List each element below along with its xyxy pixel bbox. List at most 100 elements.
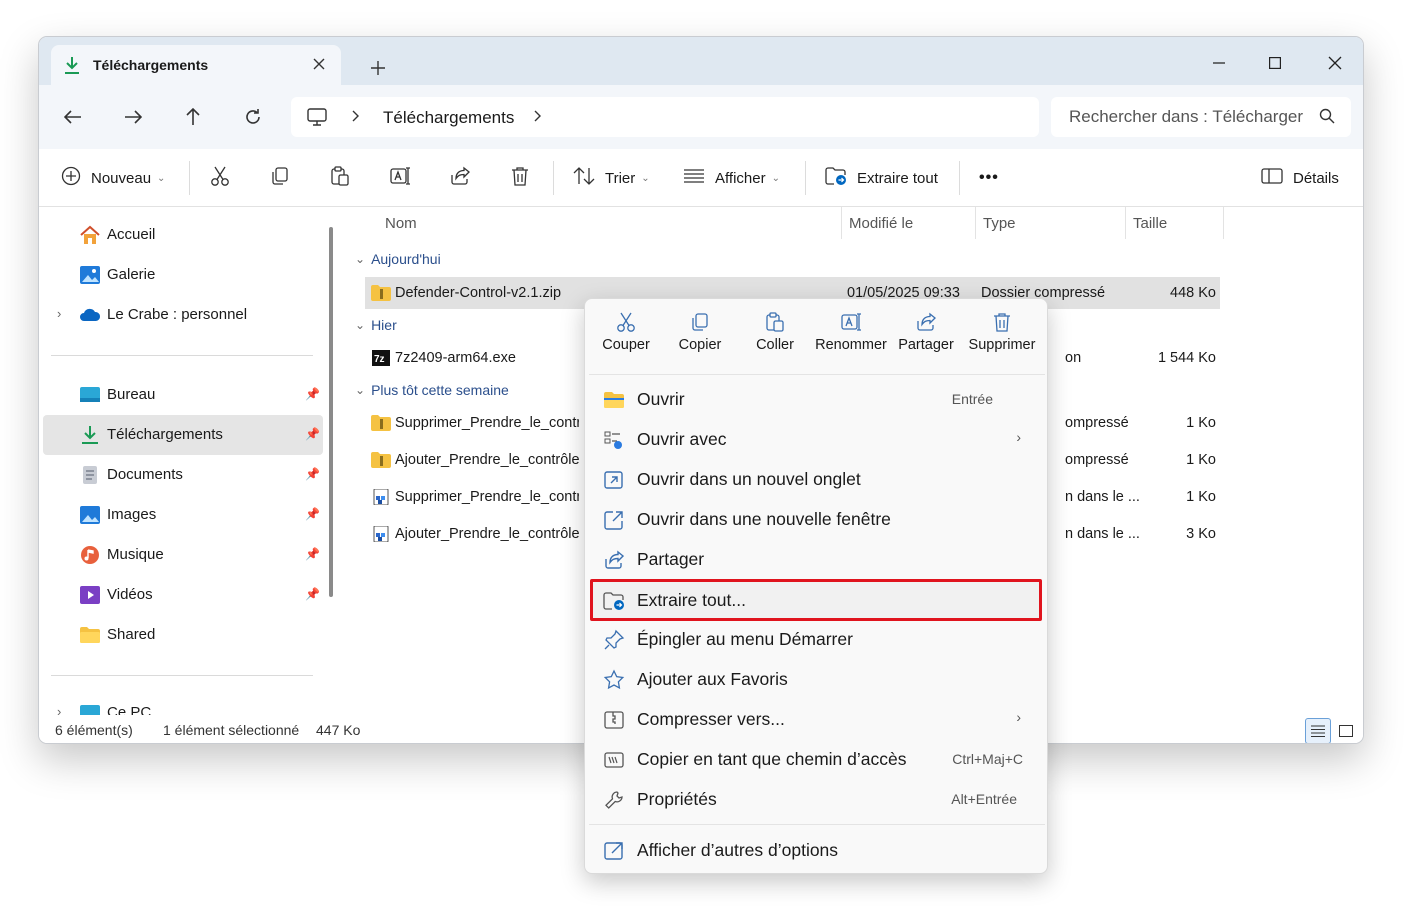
sidebar-item-music[interactable]: Musique 📌	[43, 535, 323, 575]
rename-button[interactable]	[389, 149, 411, 207]
sidebar-item-label: Documents	[107, 466, 183, 483]
group-header-this-week[interactable]: ⌄ Plus tôt cette semaine	[355, 382, 509, 398]
close-tab-icon[interactable]	[307, 52, 331, 76]
gallery-icon	[79, 265, 101, 285]
more-options-button[interactable]: •••	[979, 149, 999, 207]
chevron-right-icon: ›	[1016, 429, 1021, 445]
sidebar-item-desktop[interactable]: Bureau 📌	[43, 375, 323, 415]
quick-rename-button[interactable]: Renommer	[813, 311, 889, 371]
quick-action-label: Partager	[898, 337, 954, 353]
7zip-exe-icon: 7z	[371, 350, 391, 366]
sort-label: Trier	[605, 169, 636, 187]
details-view-button[interactable]	[1305, 718, 1331, 743]
group-label: Plus tôt cette semaine	[371, 382, 509, 398]
divider	[959, 161, 960, 195]
back-button[interactable]	[59, 103, 87, 131]
delete-button[interactable]	[509, 149, 531, 207]
chevron-down-icon: ⌄	[771, 172, 780, 184]
search-input[interactable]	[1051, 97, 1313, 137]
divider	[805, 161, 806, 195]
menu-item-properties[interactable]: Propriétés Alt+Entrée	[591, 780, 1043, 818]
menu-item-open-new-window[interactable]: Ouvrir dans une nouvelle fenêtre	[591, 500, 1043, 538]
wrench-icon	[603, 789, 625, 811]
refresh-button[interactable]	[239, 103, 267, 131]
paste-button[interactable]	[329, 149, 351, 207]
pin-icon[interactable]: 📌	[305, 507, 320, 521]
search-icon[interactable]	[1319, 108, 1335, 129]
menu-item-pin-start[interactable]: Épingler au menu Démarrer	[591, 620, 1043, 658]
pin-icon[interactable]: 📌	[305, 387, 320, 401]
breadcrumb-downloads[interactable]: Téléchargements	[383, 108, 514, 128]
sidebar-item-videos[interactable]: Vidéos 📌	[43, 575, 323, 615]
group-header-yesterday[interactable]: ⌄ Hier	[355, 317, 397, 333]
chevron-down-icon: ⌄	[355, 252, 366, 266]
maximize-button[interactable]	[1247, 47, 1303, 79]
menu-item-open-new-tab[interactable]: Ouvrir dans un nouvel onglet	[591, 460, 1043, 498]
quick-delete-button[interactable]: Supprimer	[963, 311, 1041, 371]
close-window-button[interactable]	[1307, 47, 1363, 79]
zip-folder-icon	[371, 452, 391, 468]
tiles-view-icon	[1339, 725, 1353, 737]
menu-item-share[interactable]: Partager	[591, 540, 1043, 578]
minimize-button[interactable]	[1191, 47, 1247, 79]
address-field[interactable]: Téléchargements	[291, 97, 1039, 137]
sidebar-item-label: Accueil	[107, 226, 156, 243]
quick-cut-button[interactable]: Couper	[589, 311, 663, 371]
column-header-name[interactable]: Nom	[385, 207, 417, 239]
tab-downloads[interactable]: Téléchargements	[51, 45, 341, 85]
tiles-view-button[interactable]	[1333, 718, 1359, 743]
menu-item-label: Copier en tant que chemin d’accès	[637, 749, 907, 769]
chevron-right-icon[interactable]: ›	[57, 704, 61, 715]
forward-button[interactable]	[119, 103, 147, 131]
sidebar-item-this-pc[interactable]: › Ce PC	[43, 693, 323, 715]
menu-item-compress[interactable]: Compresser vers... ›	[591, 700, 1043, 738]
view-button[interactable]: Afficher ⌄	[683, 149, 780, 207]
extract-all-button[interactable]: Extraire tout	[825, 149, 938, 207]
copy-button[interactable]	[269, 149, 291, 207]
rename-icon	[841, 313, 861, 331]
sidebar-item-downloads[interactable]: Téléchargements 📌	[43, 415, 323, 455]
divider	[841, 207, 842, 239]
chevron-right-icon[interactable]: ›	[57, 306, 61, 321]
column-header-modified[interactable]: Modifié le	[849, 207, 913, 239]
column-header-size[interactable]: Taille	[1133, 207, 1167, 239]
new-button[interactable]: Nouveau ⌄	[61, 149, 165, 207]
sidebar-item-onedrive[interactable]: › Le Crabe : personnel	[43, 295, 323, 335]
menu-item-more-options[interactable]: Afficher d’autres d’options	[591, 831, 1043, 869]
menu-item-label: Propriétés	[637, 789, 717, 809]
menu-item-label: Partager	[637, 549, 705, 569]
sidebar-item-label: Musique	[107, 546, 164, 563]
divider	[1223, 207, 1224, 239]
menu-item-extract-all[interactable]: Extraire tout...	[590, 579, 1042, 621]
sidebar-item-home[interactable]: Accueil	[43, 215, 323, 255]
details-button[interactable]: Détails	[1261, 149, 1339, 207]
menu-item-open[interactable]: Ouvrir Entrée	[591, 380, 1043, 418]
sidebar-item-documents[interactable]: Documents 📌	[43, 455, 323, 495]
menu-item-copy-path[interactable]: Copier en tant que chemin d’accès Ctrl+M…	[591, 740, 1043, 778]
up-button[interactable]	[179, 103, 207, 131]
sidebar-item-pictures[interactable]: Images 📌	[43, 495, 323, 535]
breadcrumb-chevron-icon[interactable]	[351, 108, 361, 129]
cut-button[interactable]	[209, 149, 231, 207]
group-header-today[interactable]: ⌄ Aujourd'hui	[355, 251, 441, 267]
menu-item-add-favorites[interactable]: Ajouter aux Favoris	[591, 660, 1043, 698]
pin-icon[interactable]: 📌	[305, 547, 320, 561]
context-menu: Couper Copier Coller Renommer Partager S…	[584, 298, 1048, 874]
quick-copy-button[interactable]: Copier	[663, 311, 737, 371]
menu-item-open-with[interactable]: Ouvrir avec ›	[591, 420, 1043, 458]
sidebar-scrollbar[interactable]	[329, 227, 333, 597]
sidebar-item-gallery[interactable]: Galerie	[43, 255, 323, 295]
quick-paste-button[interactable]: Coller	[738, 311, 812, 371]
sort-button[interactable]: Trier ⌄	[573, 149, 650, 207]
sidebar-item-shared[interactable]: Shared	[43, 615, 323, 655]
sidebar-item-label: Images	[107, 506, 157, 523]
pin-icon[interactable]: 📌	[305, 587, 320, 601]
quick-share-button[interactable]: Partager	[889, 311, 963, 371]
pin-icon[interactable]: 📌	[305, 427, 320, 441]
new-tab-button[interactable]	[365, 55, 391, 81]
column-header-type[interactable]: Type	[983, 207, 1016, 239]
download-icon	[79, 425, 101, 445]
share-button[interactable]	[449, 149, 471, 207]
pin-icon[interactable]: 📌	[305, 467, 320, 481]
breadcrumb-chevron-icon[interactable]	[533, 108, 543, 129]
